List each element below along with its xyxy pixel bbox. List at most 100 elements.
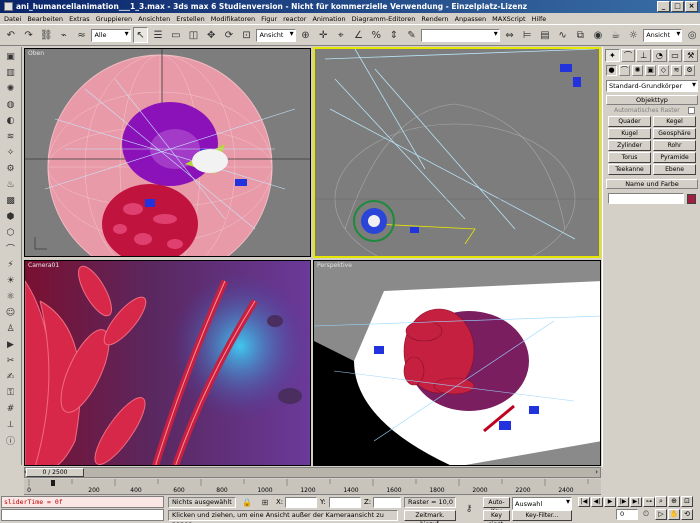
hierarchy-tab-icon[interactable]: ⊥ — [636, 49, 652, 62]
curve-editor-icon[interactable]: ∿ — [555, 27, 571, 43]
measure-icon[interactable]: ⟂ — [2, 417, 20, 432]
name-color-header[interactable]: Name und Farbe — [606, 179, 698, 189]
pyramid-button[interactable]: Pyramide — [653, 152, 696, 163]
percent-snap-icon[interactable]: % — [368, 27, 384, 43]
menu-extras[interactable]: Extras — [69, 15, 90, 23]
create-tab-icon[interactable]: ✦ — [605, 49, 620, 62]
redo-icon[interactable]: ↷ — [21, 27, 37, 43]
render-type-combo[interactable]: Ansicht — [643, 28, 683, 42]
select-move-icon[interactable]: ✥ — [203, 27, 219, 43]
snap-toggle-icon[interactable]: ⌖ — [333, 27, 349, 43]
cameras-icon[interactable]: ▣ — [645, 65, 656, 76]
time-configuration-icon[interactable]: ⏲ — [640, 508, 652, 520]
set-key-button[interactable]: Key einst. — [483, 510, 510, 523]
animation-tab-icon[interactable]: ▶ — [2, 337, 20, 352]
cone-button[interactable]: Kegel — [653, 116, 696, 127]
align-icon[interactable]: ⊨ — [519, 27, 535, 43]
zoom-icon[interactable]: ⌕ — [655, 496, 667, 507]
object-color-swatch[interactable] — [687, 193, 696, 204]
key-filters-button[interactable]: Key-Filter... — [512, 510, 572, 521]
z-coordinate-field[interactable] — [373, 497, 401, 508]
display-tab-icon[interactable]: ▭ — [667, 49, 683, 62]
go-to-end-icon[interactable]: ▶| — [630, 497, 642, 507]
absolute-mode-icon[interactable]: ⊞ — [258, 496, 272, 508]
render-tab-icon[interactable]: ☀ — [2, 273, 20, 288]
systems-icon[interactable]: ⚙ — [684, 65, 695, 76]
geosphere-button[interactable]: Geosphäre — [653, 128, 696, 139]
select-manipulate-icon[interactable]: ✛ — [315, 27, 331, 43]
helpers-tab-icon[interactable]: ◐ — [2, 113, 20, 128]
mirror-icon[interactable]: ⇔ — [502, 27, 518, 43]
modifiers-tab-icon[interactable]: ♨ — [2, 177, 20, 192]
field-of-view-icon[interactable]: ▷ — [655, 509, 667, 520]
character-tab-icon[interactable]: ☺ — [2, 305, 20, 320]
sphere-button[interactable]: Kugel — [608, 128, 651, 139]
maxscript-listener[interactable]: sliderTime = 0f — [1, 496, 164, 508]
time-slider-thumb[interactable]: 0 / 2500 — [26, 468, 84, 477]
object-name-field[interactable] — [608, 193, 684, 204]
select-by-name-icon[interactable]: ☰ — [150, 27, 166, 43]
key-mode-icon[interactable]: ⊶ — [643, 497, 655, 507]
window-crossing-icon[interactable]: ◫ — [186, 27, 202, 43]
next-frame-icon[interactable]: |▶ — [617, 497, 629, 507]
menu-diagramm-editoren[interactable]: Diagramm-Editoren — [352, 15, 416, 23]
helpers-icon[interactable]: ◇ — [658, 65, 669, 76]
maximize-button[interactable]: □ — [671, 1, 684, 12]
time-slider-right-arrow[interactable]: › — [595, 468, 598, 477]
compound-tab-icon[interactable]: ⚙ — [2, 161, 20, 176]
biped-tab-icon[interactable]: ♙ — [2, 321, 20, 336]
menu-figur[interactable]: Figur — [261, 15, 277, 23]
shapes-tab-icon[interactable]: ▥ — [2, 65, 20, 80]
object-type-header[interactable]: Objekttyp — [606, 95, 698, 105]
info-icon[interactable]: ⓘ — [2, 433, 20, 448]
geometry-icon[interactable]: ● — [606, 65, 617, 76]
box-button[interactable]: Quader — [608, 116, 651, 127]
tools-tab-icon[interactable]: ✂ — [2, 353, 20, 368]
go-to-start-icon[interactable]: |◀ — [578, 497, 590, 507]
nurbs-tab-icon[interactable]: ⌒ — [2, 241, 20, 256]
geometry-category-combo[interactable]: Standard-Grundkörper — [606, 80, 698, 92]
undo-icon[interactable]: ↶ — [3, 27, 19, 43]
rectangle-selection-icon[interactable]: ▭ — [168, 27, 184, 43]
bind-spacewarp-icon[interactable]: ≈ — [74, 27, 90, 43]
track-bar[interactable]: 0 200 400 600 800 1000 1200 1400 1600 18… — [24, 479, 601, 495]
pivot-center-icon[interactable]: ⊕ — [298, 27, 314, 43]
tube-button[interactable]: Rohr — [653, 140, 696, 151]
spacewarps-icon[interactable]: ≋ — [671, 65, 682, 76]
viewport-label-top[interactable]: Oben — [28, 50, 44, 57]
maxscript-output[interactable] — [1, 509, 164, 521]
play-icon[interactable]: ▶ — [604, 497, 616, 507]
dynamics-tab-icon[interactable]: ⚡ — [2, 257, 20, 272]
angle-snap-icon[interactable]: ∠ — [351, 27, 367, 43]
viewport-label-camera[interactable]: Camera01 — [28, 262, 59, 269]
selection-filter-combo[interactable]: Alle — [91, 28, 131, 42]
auto-key-button[interactable]: Auto-Key — [483, 497, 510, 515]
selection-lock-icon[interactable]: 🔒 — [240, 496, 254, 508]
add-time-tag-button[interactable]: Zeitmark. hinzuf. — [404, 510, 456, 523]
current-frame-field[interactable]: 0 — [616, 509, 638, 520]
link-icon[interactable]: ⛓ — [38, 27, 54, 43]
scripting-tab-icon[interactable]: ✍ — [2, 369, 20, 384]
y-coordinate-field[interactable] — [329, 497, 361, 508]
plane-button[interactable]: Ebene — [653, 164, 696, 175]
menu-gruppieren[interactable]: Gruppieren — [96, 15, 133, 23]
motion-tab-icon[interactable]: ◔ — [652, 49, 667, 62]
menu-animation[interactable]: Animation — [312, 15, 345, 23]
minimize-button[interactable]: _ — [657, 1, 670, 12]
viewport-camera[interactable]: Camera01 — [24, 260, 311, 466]
reactor-tab-icon[interactable]: ⚛ — [2, 289, 20, 304]
lights-tab-icon[interactable]: ✺ — [2, 81, 20, 96]
key-icon[interactable]: ⚷ — [460, 502, 478, 516]
menu-maxscript[interactable]: MAXScript — [492, 15, 525, 23]
utilities-tab-icon[interactable]: ⚒ — [683, 49, 699, 62]
select-rotate-icon[interactable]: ⟳ — [221, 27, 237, 43]
objects-tab-icon[interactable]: ▣ — [2, 49, 20, 64]
menu-ansichten[interactable]: Ansichten — [138, 15, 170, 23]
spinner-snap-icon[interactable]: ⇕ — [386, 27, 402, 43]
zoom-all-icon[interactable]: ⊕ — [668, 496, 680, 507]
menu-reactor[interactable]: reactor — [283, 15, 306, 23]
named-selection-combo[interactable] — [421, 28, 500, 42]
menu-hilfe[interactable]: Hilfe — [532, 15, 547, 23]
spacewarps-tab-icon[interactable]: ≋ — [2, 129, 20, 144]
select-object-icon[interactable]: ↖ — [132, 27, 149, 43]
